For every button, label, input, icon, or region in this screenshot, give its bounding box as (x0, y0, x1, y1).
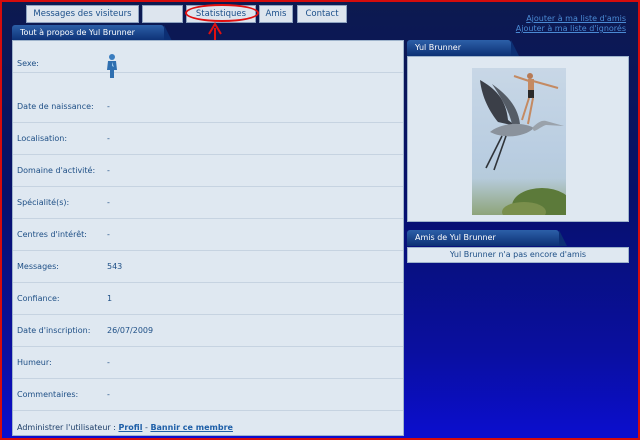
avatar-panel-header: Yul Brunner (407, 40, 519, 56)
row-date-inscription: Date d'inscription: 26/07/2009 (13, 315, 403, 347)
row-label: Domaine d'activité: (17, 166, 96, 175)
row-label: Spécialité(s): (17, 198, 70, 207)
row-date-naissance: Date de naissance: - (13, 91, 403, 123)
ban-member-link[interactable]: Bannir ce membre (150, 423, 233, 432)
row-label: Date d'inscription: (17, 326, 91, 335)
row-value: 543 (107, 262, 123, 271)
admin-line: Administrer l'utilisateur : Profil - Ban… (17, 423, 233, 432)
row-messages: Messages: 543 (13, 251, 403, 283)
row-value: 26/07/2009 (107, 326, 154, 335)
tab-empty[interactable] (142, 5, 183, 23)
heron-rider-image (480, 73, 572, 224)
admin-separator: - (145, 423, 148, 432)
avatar-photo[interactable] (472, 68, 572, 224)
row-centres-interet: Centres d'intérêt: - (13, 219, 403, 251)
row-value: 1 (107, 294, 113, 303)
row-commentaires: Commentaires: - (13, 379, 403, 411)
row-value: - (107, 390, 110, 399)
row-label: Centres d'intérêt: (17, 230, 87, 239)
top-links: Ajouter à ma liste d'amis Ajouter à ma l… (516, 14, 626, 34)
row-domaine: Domaine d'activité: - (13, 155, 403, 187)
row-label: Date de naissance: (17, 102, 94, 111)
row-label: Messages: (17, 262, 59, 271)
tab-amis[interactable]: Amis (259, 5, 293, 23)
row-label: Commentaires: (17, 390, 79, 399)
row-sexe: Sexe: (13, 41, 403, 78)
friends-panel-header: Amis de Yul Brunner (407, 230, 567, 246)
row-value: - (107, 198, 110, 207)
row-humeur: Humeur: - (13, 347, 403, 379)
admin-label: Administrer l'utilisateur : (17, 423, 116, 432)
row-localisation: Localisation: - (13, 123, 403, 155)
row-confiance: Confiance: 1 (13, 283, 403, 315)
avatar-panel (407, 56, 629, 224)
row-value: - (107, 230, 110, 239)
row-label: Localisation: (17, 134, 68, 143)
tab-contact[interactable]: Contact (297, 5, 347, 23)
row-label: Humeur: (17, 358, 52, 367)
add-ignore-link[interactable]: Ajouter à ma liste d'ignorés (516, 24, 626, 34)
row-value: - (107, 358, 110, 367)
profile-panel: Sexe: Date de naissance: - Localisation:… (12, 40, 404, 436)
row-label: Confiance: (17, 294, 60, 303)
row-value: - (107, 102, 110, 111)
add-friend-link[interactable]: Ajouter à ma liste d'amis (516, 14, 626, 24)
highlight-circle (185, 4, 259, 22)
profile-panel-header: Tout à propos de Yul Brunner (12, 25, 172, 41)
row-value: - (107, 166, 110, 175)
friends-empty-text: Yul Brunner n'a pas encore d'amis (407, 247, 629, 263)
row-label: Sexe: (17, 59, 39, 68)
row-specialite: Spécialité(s): - (13, 187, 403, 219)
row-value: - (107, 134, 110, 143)
tab-messages-visiteurs[interactable]: Messages des visiteurs (26, 5, 139, 23)
male-gender-icon (107, 54, 117, 78)
admin-profile-link[interactable]: Profil (118, 423, 142, 432)
